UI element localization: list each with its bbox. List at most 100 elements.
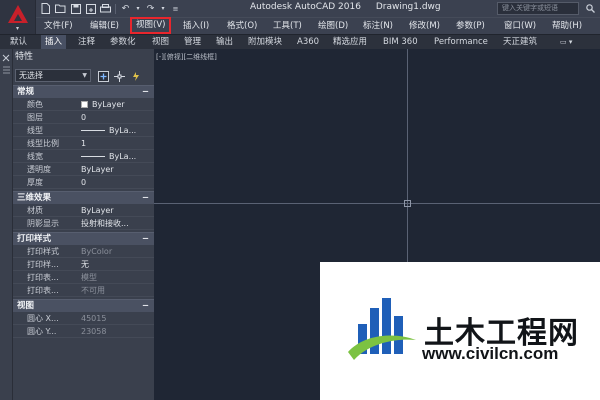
section-plot-style-header[interactable]: 打印样式 − [13,232,154,245]
property-value: ByLa... [109,152,137,161]
cursor-pickbox [404,200,411,207]
title-bar: ↶ ▾ ↷ ▾ ≡ Autodesk AutoCAD 2016 Drawing1… [0,0,600,17]
viewport-controls[interactable]: [-][俯视][二维线框] [156,52,217,62]
customize-qat-icon[interactable]: ≡ [170,3,181,14]
application-menu-button[interactable]: ▾ [0,0,36,34]
property-row[interactable]: 打印样式 ByColor [13,245,154,258]
menu-draw[interactable]: 绘图(D) [318,18,348,34]
palette-title-strip[interactable] [0,49,13,400]
search-icon[interactable] [586,2,596,14]
tab-a360[interactable]: A360 [297,35,319,49]
property-name: 打印表... [27,286,59,295]
undo-icon[interactable]: ↶ [120,3,131,14]
property-row[interactable]: 线型比例 1 [13,137,154,150]
redo-dropdown-icon[interactable]: ▾ [160,3,166,14]
section-plot-style: 打印样式 − 打印样式 ByColor 打印样... 无 打印表... 模型 打… [13,232,154,297]
property-name: 线型比例 [27,139,59,148]
property-value: ByLayer [81,206,114,215]
property-name: 阴影显示 [27,219,59,228]
section-title: 打印样式 [17,234,52,244]
section-view-header[interactable]: 视图 − [13,299,154,312]
undo-dropdown-icon[interactable]: ▾ [135,3,141,14]
menu-window[interactable]: 窗口(W) [504,18,536,34]
ribbon-options-button[interactable]: ▭ ▾ [560,37,580,47]
selection-dropdown[interactable]: 无选择 ▼ [15,69,91,82]
save-as-icon[interactable] [85,3,96,14]
quick-access-toolbar: ↶ ▾ ↷ ▾ ≡ [40,2,181,15]
property-name: 材质 [27,206,43,215]
property-row[interactable]: 线宽 ByLa... [13,150,154,163]
tab-manage[interactable]: 管理 [184,35,201,49]
property-row[interactable]: 阴影显示 投射和接收... [13,217,154,230]
property-row[interactable]: 打印表... 不可用 [13,284,154,297]
menu-modify[interactable]: 修改(M) [409,18,440,34]
property-value: 0 [81,113,87,122]
new-file-icon[interactable] [40,3,51,14]
property-row[interactable]: 材质 ByLayer [13,204,154,217]
linetype-sample-icon [81,130,105,131]
tab-annotate[interactable]: 注释 [78,35,95,49]
toggle-pickadd-icon[interactable] [97,70,109,82]
palette-title: 特性 [13,49,154,65]
menu-tools[interactable]: 工具(T) [273,18,302,34]
property-value: 模型 [81,273,97,282]
section-title: 常规 [17,87,35,97]
property-name: 打印表... [27,273,59,282]
tab-parametric[interactable]: 参数化 [110,35,136,49]
menu-edit[interactable]: 编辑(E) [90,18,119,34]
property-row[interactable]: 厚度 0 [13,176,154,189]
tab-performance[interactable]: Performance [434,35,488,49]
select-objects-icon[interactable] [113,70,125,82]
property-value: 45015 [81,314,107,323]
tab-default[interactable]: 默认 [10,35,27,49]
plot-icon[interactable] [100,3,111,14]
search-input[interactable]: 键入关键字或短语 [497,2,579,15]
tab-output[interactable]: 输出 [216,35,233,49]
document-name: Drawing1.dwg [375,2,441,12]
open-file-icon[interactable] [55,3,66,14]
property-row[interactable]: 圆心 Y... 23058 [13,325,154,338]
tab-addins[interactable]: 附加模块 [248,35,282,49]
property-name: 圆心 Y... [27,327,57,336]
section-3d-effects: 三维效果 − 材质 ByLayer 阴影显示 投射和接收... [13,191,154,230]
property-row[interactable]: 图层 0 [13,111,154,124]
quick-select-icon[interactable] [129,70,141,82]
property-row[interactable]: 颜色 ByLayer [13,98,154,111]
tab-bim360[interactable]: BIM 360 [383,35,418,49]
property-row[interactable]: 透明度 ByLayer [13,163,154,176]
save-icon[interactable] [70,3,81,14]
tab-insert[interactable]: 插入 [41,35,67,49]
property-value: ByLayer [81,165,114,174]
section-title: 视图 [17,301,35,311]
property-name: 图层 [27,113,43,122]
tab-featured-apps[interactable]: 精选应用 [333,35,367,49]
property-value: ByLayer [92,100,125,109]
menu-parametric[interactable]: 参数(P) [456,18,485,34]
menu-format[interactable]: 格式(O) [227,18,257,34]
property-row[interactable]: 线型 ByLa... [13,124,154,137]
property-value: ByLa... [109,126,137,135]
property-name: 颜色 [27,100,43,109]
toolbar-separator [115,3,116,14]
color-swatch-icon [81,101,88,108]
palette-close-icon[interactable] [0,53,13,83]
watermark: 土木工程网 www.civilcn.com [320,262,600,400]
property-row[interactable]: 打印样... 无 [13,258,154,271]
property-name: 线宽 [27,152,43,161]
property-row[interactable]: 圆心 X... 45015 [13,312,154,325]
property-row[interactable]: 打印表... 模型 [13,271,154,284]
menu-help[interactable]: 帮助(H) [552,18,582,34]
chevron-down-icon: ▾ [16,25,20,32]
app-title: Autodesk AutoCAD 2016 [250,2,361,12]
tab-view[interactable]: 视图 [152,35,169,49]
section-3d-effects-header[interactable]: 三维效果 − [13,191,154,204]
menu-dimension[interactable]: 标注(N) [363,18,393,34]
property-value: 1 [81,139,87,148]
tab-tangent-arch[interactable]: 天正建筑 [503,35,537,49]
menu-insert[interactable]: 插入(I) [183,18,209,34]
redo-icon[interactable]: ↷ [145,3,156,14]
menu-view[interactable]: 视图(V) [130,17,172,34]
menu-file[interactable]: 文件(F) [44,18,73,34]
section-general-header[interactable]: 常规 − [13,85,154,98]
section-title: 三维效果 [17,193,52,203]
